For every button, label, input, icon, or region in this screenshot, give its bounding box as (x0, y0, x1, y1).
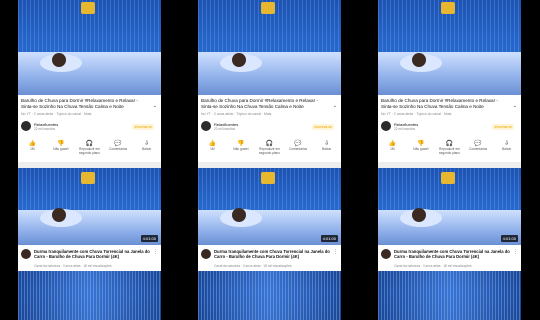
video-title[interactable]: Durma tranquilamente com Chuva Torrencia… (394, 249, 510, 259)
bed (378, 52, 521, 95)
action-label: Baixar (142, 147, 152, 151)
action-label: 1M (30, 147, 35, 151)
video-info[interactable]: Durma tranquilamente com Chuva Torrencia… (198, 246, 341, 270)
channel-row[interactable]: Relaxfluentes 22 mil inscritos Inscreva-… (381, 121, 518, 133)
action-like[interactable]: 👍 1M (20, 140, 44, 160)
action-headphones[interactable]: 🎧 Reproduzir em segundo plano (437, 140, 461, 160)
video-title[interactable]: Durma tranquilamente com Chuva Torrencia… (34, 249, 150, 259)
video-thumbnail[interactable] (378, 0, 521, 95)
chevron-down-icon[interactable]: ⌄ (333, 103, 337, 109)
bed (18, 52, 161, 95)
action-comments[interactable]: 💬 Comentários (106, 140, 130, 160)
video-thumbnail[interactable] (18, 0, 161, 95)
video-thumbnail[interactable] (378, 271, 521, 320)
action-dislike[interactable]: 👎 Não gostei (409, 140, 433, 160)
action-comments[interactable]: 💬 Comentários (286, 140, 310, 160)
channel-row[interactable]: Relaxfluentes 22 mil inscritos Inscreva-… (21, 121, 158, 133)
action-like[interactable]: 👍 1M (380, 140, 404, 160)
chevron-down-icon[interactable]: ⌄ (513, 103, 517, 109)
more-options-icon[interactable]: ⋮ (153, 249, 158, 255)
video-meta: No YT · 2 anos atrás · Tópico do canal ·… (201, 112, 272, 116)
sleeper (52, 52, 66, 67)
action-label: Comentários (289, 147, 308, 151)
video-meta: No YT · 2 anos atrás · Tópico do canal ·… (21, 112, 92, 116)
action-bar: 👍 1M 👎 Não gostei 🎧 Reproduzir em segundo pla… (198, 140, 341, 160)
duration-badge: 4:01:00 (500, 235, 518, 242)
more-options-icon[interactable]: ⋮ (333, 249, 338, 255)
action-bar: 👍 1M 👎 Não gostei 🎧 Reproduzir em segundo pla… (18, 140, 161, 160)
action-label: Baixar (322, 147, 332, 151)
chevron-down-icon[interactable]: ⌄ (153, 103, 157, 109)
lock-icon (441, 172, 455, 184)
action-label: Não gostei (53, 147, 69, 151)
phone-panel: Barulho de Chuva para Dormir #Relaxament… (18, 0, 161, 320)
video-meta: Canal da natureza · 3 anos atrás · 18 mi… (214, 264, 292, 268)
video-thumbnail[interactable] (198, 271, 341, 320)
phone-panel: Barulho de Chuva para Dormir #Relaxament… (378, 0, 521, 320)
avatar[interactable] (21, 249, 31, 259)
video-meta: Canal da natureza · 3 anos atrás · 18 mi… (34, 264, 112, 268)
action-label: Baixar (502, 147, 512, 151)
subscriber-count: 22 mil inscritos (394, 127, 416, 131)
sleeper (412, 52, 426, 67)
video-title[interactable]: Barulho de Chuva para Dormir #Relaxament… (381, 98, 509, 110)
video-title[interactable]: Barulho de Chuva para Dormir #Relaxament… (21, 98, 149, 110)
action-comments[interactable]: 💬 Comentários (466, 140, 490, 160)
action-save[interactable]: ⇩ Baixar (495, 140, 519, 160)
action-label: Reproduzir em segundo plano (259, 147, 280, 155)
action-bar: 👍 1M 👎 Não gostei 🎧 Reproduzir em segundo pla… (378, 140, 521, 160)
sleeper (232, 52, 246, 67)
action-label: Reproduzir em segundo plano (79, 147, 100, 155)
video-title[interactable]: Durma tranquilamente com Chuva Torrencia… (214, 249, 330, 259)
channel-row[interactable]: Relaxfluentes 22 mil inscritos Inscreva-… (201, 121, 338, 133)
video-meta: Canal da natureza · 3 anos atrás · 18 mi… (394, 264, 472, 268)
video-thumbnail[interactable] (18, 271, 161, 320)
subscriber-count: 22 mil inscritos (34, 127, 56, 131)
action-headphones[interactable]: 🎧 Reproduzir em segundo plano (77, 140, 101, 160)
action-label: Não gostei (233, 147, 249, 151)
action-dislike[interactable]: 👎 Não gostei (49, 140, 73, 160)
subscribe-button[interactable]: Inscreva-se (312, 124, 334, 130)
action-label: Comentários (109, 147, 128, 151)
avatar[interactable] (21, 121, 31, 131)
action-label: Reproduzir em segundo plano (439, 147, 460, 155)
avatar[interactable] (381, 121, 391, 131)
action-label: Não gostei (413, 147, 429, 151)
action-save[interactable]: ⇩ Baixar (315, 140, 339, 160)
video-info[interactable]: Durma tranquilamente com Chuva Torrencia… (378, 246, 521, 270)
rain-window (18, 271, 161, 320)
action-label: Comentários (469, 147, 488, 151)
subscriber-count: 22 mil inscritos (214, 127, 236, 131)
action-like[interactable]: 👍 1M (200, 140, 224, 160)
avatar[interactable] (201, 249, 211, 259)
action-save[interactable]: ⇩ Baixar (135, 140, 159, 160)
lock-icon (261, 2, 275, 14)
duration-badge: 4:01:00 (140, 235, 158, 242)
phone-panel: Barulho de Chuva para Dormir #Relaxament… (198, 0, 341, 320)
sleeper (232, 207, 246, 222)
lock-icon (81, 172, 95, 184)
lock-icon (81, 2, 95, 14)
video-meta: No YT · 2 anos atrás · Tópico do canal ·… (381, 112, 452, 116)
lock-icon (261, 172, 275, 184)
more-options-icon[interactable]: ⋮ (513, 249, 518, 255)
sleeper (52, 207, 66, 222)
avatar[interactable] (201, 121, 211, 131)
subscribe-button[interactable]: Inscreva-se (492, 124, 514, 130)
duration-badge: 4:01:00 (320, 235, 338, 242)
lock-icon (441, 2, 455, 14)
action-headphones[interactable]: 🎧 Reproduzir em segundo plano (257, 140, 281, 160)
subscribe-button[interactable]: Inscreva-se (132, 124, 154, 130)
sleeper (412, 207, 426, 222)
rain-window (198, 271, 341, 320)
video-title[interactable]: Barulho de Chuva para Dormir #Relaxament… (201, 98, 329, 110)
avatar[interactable] (381, 249, 391, 259)
video-info[interactable]: Durma tranquilamente com Chuva Torrencia… (18, 246, 161, 270)
action-label: 1M (210, 147, 215, 151)
video-thumbnail[interactable] (198, 0, 341, 95)
rain-window (378, 271, 521, 320)
bed (198, 52, 341, 95)
action-dislike[interactable]: 👎 Não gostei (229, 140, 253, 160)
action-label: 1M (390, 147, 395, 151)
